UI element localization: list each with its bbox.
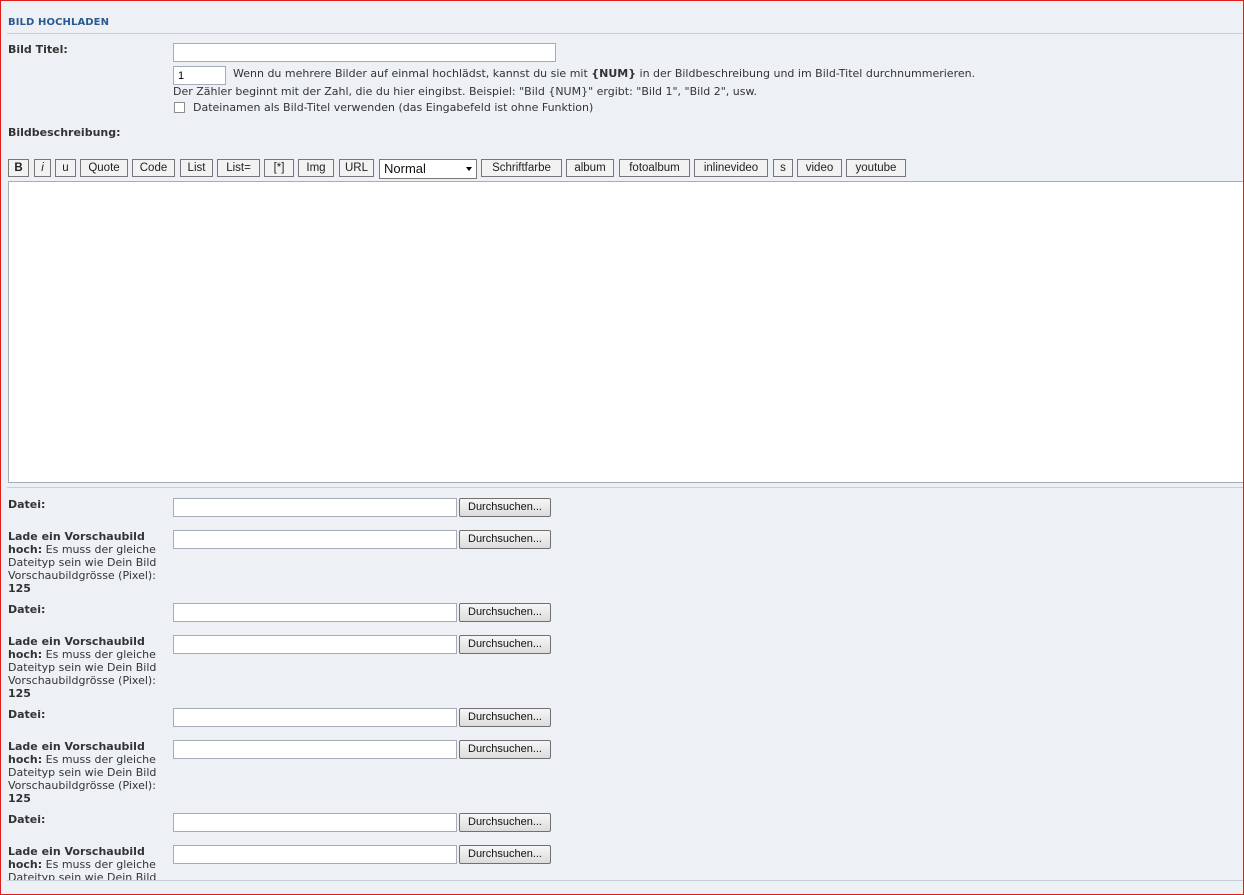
thumbnail-label: Lade ein Vorschaubild hoch: Es muss der … [8,740,173,805]
file-input[interactable] [173,498,457,517]
counter-help-prefix: Wenn du mehrere Bilder auf einmal hochlä… [233,67,588,80]
upload-form-frame: BILD HOCHLADEN Bild Titel: Wenn du mehre… [0,0,1244,895]
divider [7,33,1243,34]
bold-button[interactable]: B [8,159,29,177]
thumbnail-file-input[interactable] [173,740,457,759]
font-size-select[interactable]: Normal [379,159,477,179]
file-input[interactable] [173,708,457,727]
thumbnail-browse-button[interactable]: Durchsuchen... [459,530,551,549]
counter-help-num: {NUM} [591,67,637,80]
youtube-button[interactable]: youtube [846,159,906,177]
thumbnail-file-input[interactable] [173,635,457,654]
browse-button[interactable]: Durchsuchen... [459,708,551,727]
quote-button[interactable]: Quote [80,159,128,177]
chevron-down-icon [466,167,472,171]
strike-button[interactable]: s [773,159,793,177]
file-input[interactable] [173,603,457,622]
thumbnail-browse-button[interactable]: Durchsuchen... [459,845,551,864]
video-button[interactable]: video [797,159,842,177]
counter-help-suffix: in der Bildbeschreibung und im Bild-Tite… [639,67,976,80]
file-label: Datei: [8,708,46,721]
browse-button[interactable]: Durchsuchen... [459,603,551,622]
url-button[interactable]: URL [339,159,374,177]
thumbnail-size: 125 [8,687,31,700]
file-input[interactable] [173,813,457,832]
italic-button[interactable]: i [34,159,51,177]
fotoalbum-button[interactable]: fotoalbum [619,159,690,177]
thumbnail-label: Lade ein Vorschaubild hoch: Es muss der … [8,635,173,700]
title-input[interactable] [173,43,556,62]
title-label: Bild Titel: [8,43,68,56]
counter-help-2: Der Zähler beginnt mit der Zahl, die du … [173,85,757,98]
thumbnail-browse-button[interactable]: Durchsuchen... [459,740,551,759]
filename-as-title-label: Dateinamen als Bild-Titel verwenden (das… [193,101,594,114]
thumbnail-label: Lade ein Vorschaubild hoch: Es muss der … [8,530,173,595]
underline-button[interactable]: u [55,159,76,177]
description-textarea[interactable] [8,181,1243,483]
file-label: Datei: [8,813,46,826]
list-ordered-button[interactable]: List= [217,159,260,177]
font-color-button[interactable]: Schriftfarbe [481,159,562,177]
thumbnail-label: Lade ein Vorschaubild hoch: Es muss der … [8,845,173,880]
divider [7,880,1243,881]
description-label: Bildbeschreibung: [8,126,121,139]
list-item-button[interactable]: [*] [264,159,294,177]
thumbnail-browse-button[interactable]: Durchsuchen... [459,635,551,654]
thumbnail-size: 125 [8,582,31,595]
list-button[interactable]: List [180,159,213,177]
counter-input[interactable] [173,66,226,85]
inlinevideo-button[interactable]: inlinevideo [694,159,768,177]
thumbnail-size: 125 [8,792,31,805]
browse-button[interactable]: Durchsuchen... [459,498,551,517]
divider [7,487,1243,488]
img-button[interactable]: Img [298,159,334,177]
album-button[interactable]: album [566,159,614,177]
counter-help: Wenn du mehrere Bilder auf einmal hochlä… [233,67,975,80]
thumbnail-file-input[interactable] [173,530,457,549]
file-label: Datei: [8,498,46,511]
code-button[interactable]: Code [132,159,175,177]
file-label: Datei: [8,603,46,616]
thumbnail-file-input[interactable] [173,845,457,864]
filename-as-title-checkbox[interactable] [174,102,185,113]
font-size-select-value: Normal [384,161,426,176]
browse-button[interactable]: Durchsuchen... [459,813,551,832]
section-title: BILD HOCHLADEN [8,17,110,28]
